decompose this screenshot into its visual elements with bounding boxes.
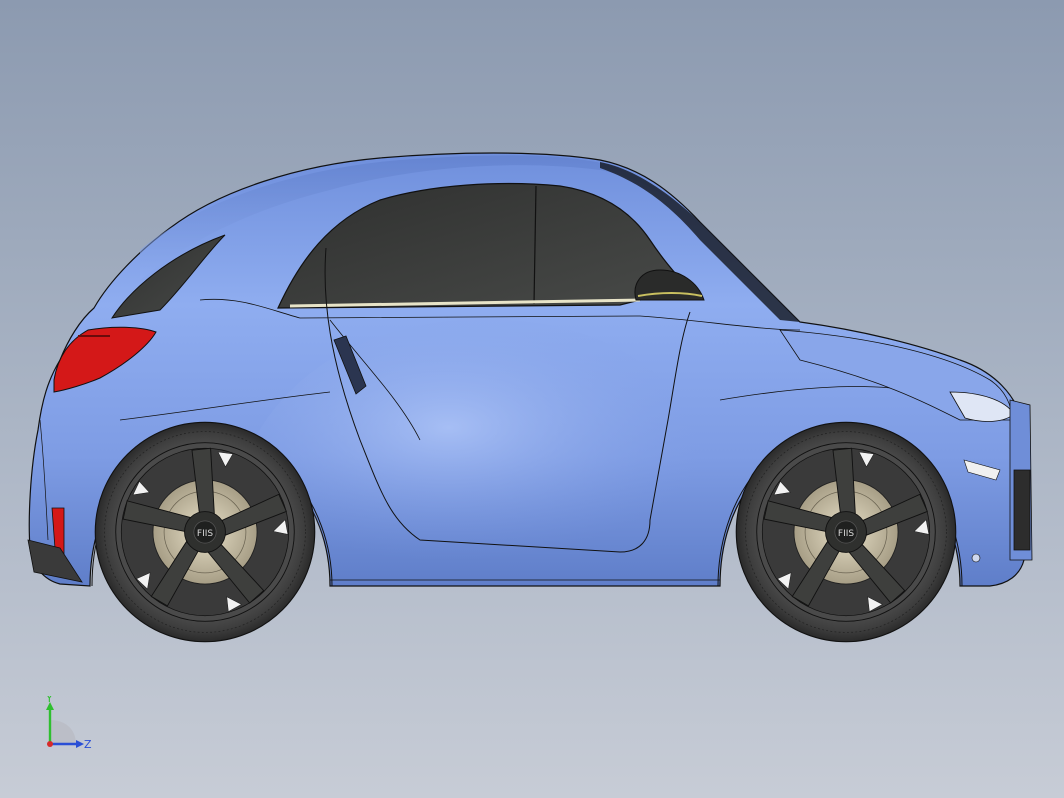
rear-wheel-badge: FIIS xyxy=(197,529,213,539)
z-axis-label: Z xyxy=(84,738,92,751)
y-axis-label: Y xyxy=(45,696,53,705)
axis-triad: Y Z xyxy=(45,696,92,751)
front-wheel-badge: FIIS xyxy=(838,529,854,539)
cad-viewport[interactable]: FIIS FIIS Y Z xyxy=(0,0,1064,798)
car-model-render[interactable]: FIIS FIIS xyxy=(0,0,1064,798)
